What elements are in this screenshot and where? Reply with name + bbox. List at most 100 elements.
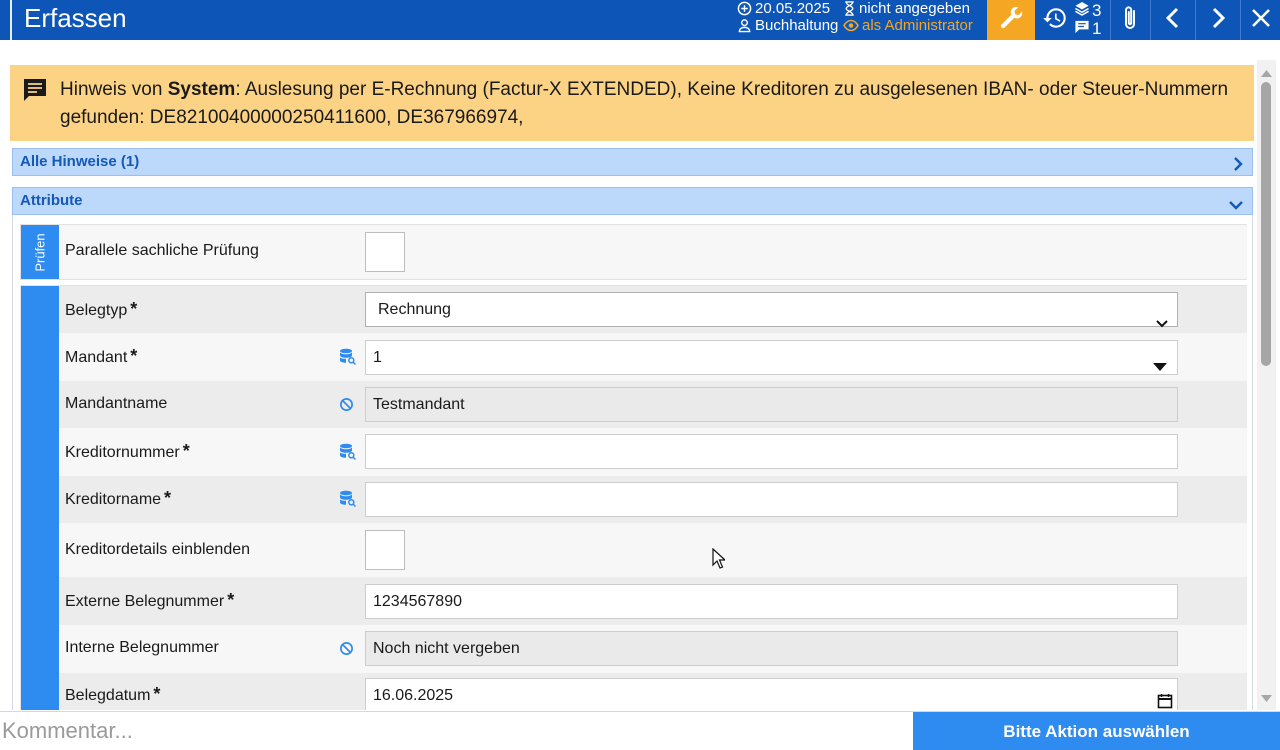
department-label: Buchhaltung bbox=[755, 17, 839, 34]
assignee-label: nicht angegeben bbox=[859, 0, 970, 17]
history-button[interactable] bbox=[1036, 0, 1074, 40]
field-label: Parallele sachliche Prüfung bbox=[65, 242, 259, 259]
previous-button[interactable] bbox=[1151, 0, 1195, 40]
wrench-icon bbox=[997, 4, 1025, 37]
field-label: Kreditordetails einblenden bbox=[65, 541, 251, 558]
notice-text: Hinweis von System: Auslesung per E-Rech… bbox=[60, 76, 1230, 132]
mandantname-field: Testmandant bbox=[365, 387, 1178, 422]
footer-bar: Bitte Aktion auswählen bbox=[0, 711, 1280, 750]
field-belegdatum: Belegdatum * 16.06.2025 bbox=[59, 673, 1247, 710]
section-all-notices[interactable]: Alle Hinweise (1) bbox=[12, 148, 1253, 176]
chevron-right-icon bbox=[1232, 155, 1244, 181]
stack-comments-button[interactable]: 3 1 bbox=[1070, 0, 1110, 40]
field-belegtyp: Belegtyp * Rechnung bbox=[59, 286, 1247, 333]
header-bar: Erfassen 20.05.2025 Buchhaltung nicht an… bbox=[0, 0, 1280, 40]
attributes-panel: Prüfen Parallele sachliche Prüfung Beleg… bbox=[12, 215, 1253, 710]
eye-icon bbox=[843, 19, 859, 32]
field-kreditorname: Kreditorname * bbox=[59, 476, 1247, 523]
chevron-left-icon bbox=[1163, 6, 1183, 35]
blocked-icon bbox=[339, 397, 354, 417]
group-tab-pruefen: Prüfen bbox=[21, 225, 59, 279]
field-label: Mandant bbox=[65, 349, 128, 366]
system-notice: Hinweis von System: Auslesung per E-Rech… bbox=[10, 65, 1254, 141]
field-mandant: Mandant * 1 bbox=[59, 333, 1247, 381]
notice-message: : Auslesung per E-Rechnung (Factur-X EXT… bbox=[60, 79, 1229, 128]
kreditordetails-checkbox[interactable] bbox=[365, 530, 405, 570]
database-search-icon[interactable] bbox=[339, 443, 357, 465]
scroll-up-icon[interactable] bbox=[1261, 65, 1272, 83]
required-marker: * bbox=[227, 590, 235, 610]
externe-belegnummer-input[interactable]: 1234567890 bbox=[365, 584, 1178, 619]
belegdatum-input[interactable]: 16.06.2025 bbox=[365, 678, 1178, 710]
field-label: Mandantname bbox=[65, 395, 168, 412]
next-button[interactable] bbox=[1196, 0, 1240, 40]
required-marker: * bbox=[153, 684, 161, 704]
group-tab-label: Prüfen bbox=[32, 232, 48, 272]
caret-down-icon bbox=[1153, 351, 1167, 384]
field-kreditordetails: Kreditordetails einblenden bbox=[59, 523, 1247, 577]
field-kreditornummer: Kreditornummer * bbox=[59, 428, 1247, 476]
scrollbar-thumb[interactable] bbox=[1261, 82, 1271, 366]
field-label: Kreditornummer bbox=[65, 444, 180, 461]
action-select-button[interactable]: Bitte Aktion auswählen bbox=[913, 712, 1280, 750]
belegdatum-value: 16.06.2025 bbox=[373, 687, 454, 704]
group-pruefen: Prüfen Parallele sachliche Prüfung bbox=[20, 224, 1247, 280]
add-circle-icon bbox=[737, 1, 752, 16]
history-icon bbox=[1042, 5, 1068, 36]
database-search-icon[interactable] bbox=[339, 490, 357, 512]
attachment-button[interactable] bbox=[1110, 0, 1150, 40]
field-mandantname: Mandantname Testmandant bbox=[59, 381, 1247, 428]
group-tab-main bbox=[21, 286, 59, 710]
field-label: Kreditorname bbox=[65, 491, 162, 508]
notice-source: System bbox=[167, 79, 236, 100]
belegtyp-select[interactable]: Rechnung bbox=[365, 292, 1178, 328]
group-main: Belegtyp * Rechnung Mandant * 1 Mandantn… bbox=[20, 285, 1247, 710]
database-search-icon[interactable] bbox=[339, 348, 357, 370]
created-date: 20.05.2025 bbox=[755, 0, 831, 17]
page-title: Erfassen bbox=[24, 3, 127, 33]
parallel-check-checkbox[interactable] bbox=[365, 232, 405, 272]
field-label: Externe Belegnummer bbox=[65, 593, 225, 610]
tools-button[interactable] bbox=[987, 0, 1035, 40]
field-label: Belegtyp bbox=[65, 302, 128, 319]
section-attributes[interactable]: Attribute bbox=[12, 187, 1253, 215]
field-externe-belegnummer: Externe Belegnummer * 1234567890 bbox=[59, 577, 1247, 625]
section-attributes-label: Attribute bbox=[20, 192, 83, 209]
comment-input[interactable] bbox=[0, 712, 912, 750]
scroll-down-icon[interactable] bbox=[1261, 690, 1272, 708]
mandant-dropdown[interactable]: 1 bbox=[365, 340, 1178, 375]
stack-count: 3 bbox=[1092, 1, 1102, 20]
calendar-icon[interactable] bbox=[1157, 688, 1173, 710]
comment-icon bbox=[1074, 19, 1090, 39]
field-label: Interne Belegnummer bbox=[65, 639, 219, 656]
user-icon bbox=[737, 18, 752, 33]
required-marker: * bbox=[182, 441, 190, 461]
paperclip-icon bbox=[1119, 4, 1141, 37]
blocked-icon bbox=[339, 641, 354, 661]
scrollbar[interactable] bbox=[1257, 60, 1276, 710]
field-parallel-check: Parallele sachliche Prüfung bbox=[59, 225, 1247, 279]
notice-prefix: Hinweis von bbox=[60, 79, 168, 100]
role-label: als Administrator bbox=[862, 17, 973, 34]
meta-right: nicht angegeben als Administrator bbox=[843, 0, 973, 34]
close-button[interactable] bbox=[1241, 0, 1280, 40]
kreditorname-input[interactable] bbox=[365, 482, 1178, 517]
chevron-right-icon bbox=[1208, 6, 1228, 35]
header-divider bbox=[10, 0, 12, 40]
message-icon bbox=[22, 78, 48, 107]
field-label: Belegdatum bbox=[65, 687, 151, 704]
app-window: Erfassen 20.05.2025 Buchhaltung nicht an… bbox=[0, 0, 1280, 750]
required-marker: * bbox=[130, 299, 138, 319]
close-icon bbox=[1251, 8, 1271, 33]
interne-belegnummer-field: Noch nicht vergeben bbox=[365, 631, 1178, 666]
layers-icon bbox=[1074, 1, 1090, 21]
hourglass-icon bbox=[843, 1, 856, 16]
required-marker: * bbox=[130, 346, 138, 366]
belegtyp-value: Rechnung bbox=[378, 301, 451, 318]
required-marker: * bbox=[164, 488, 172, 508]
mouse-cursor-icon bbox=[712, 547, 727, 574]
kreditornummer-input[interactable] bbox=[365, 434, 1178, 469]
field-interne-belegnummer: Interne Belegnummer Noch nicht vergeben bbox=[59, 625, 1247, 673]
mandant-value: 1 bbox=[373, 349, 382, 366]
meta-left: 20.05.2025 Buchhaltung bbox=[737, 0, 838, 34]
